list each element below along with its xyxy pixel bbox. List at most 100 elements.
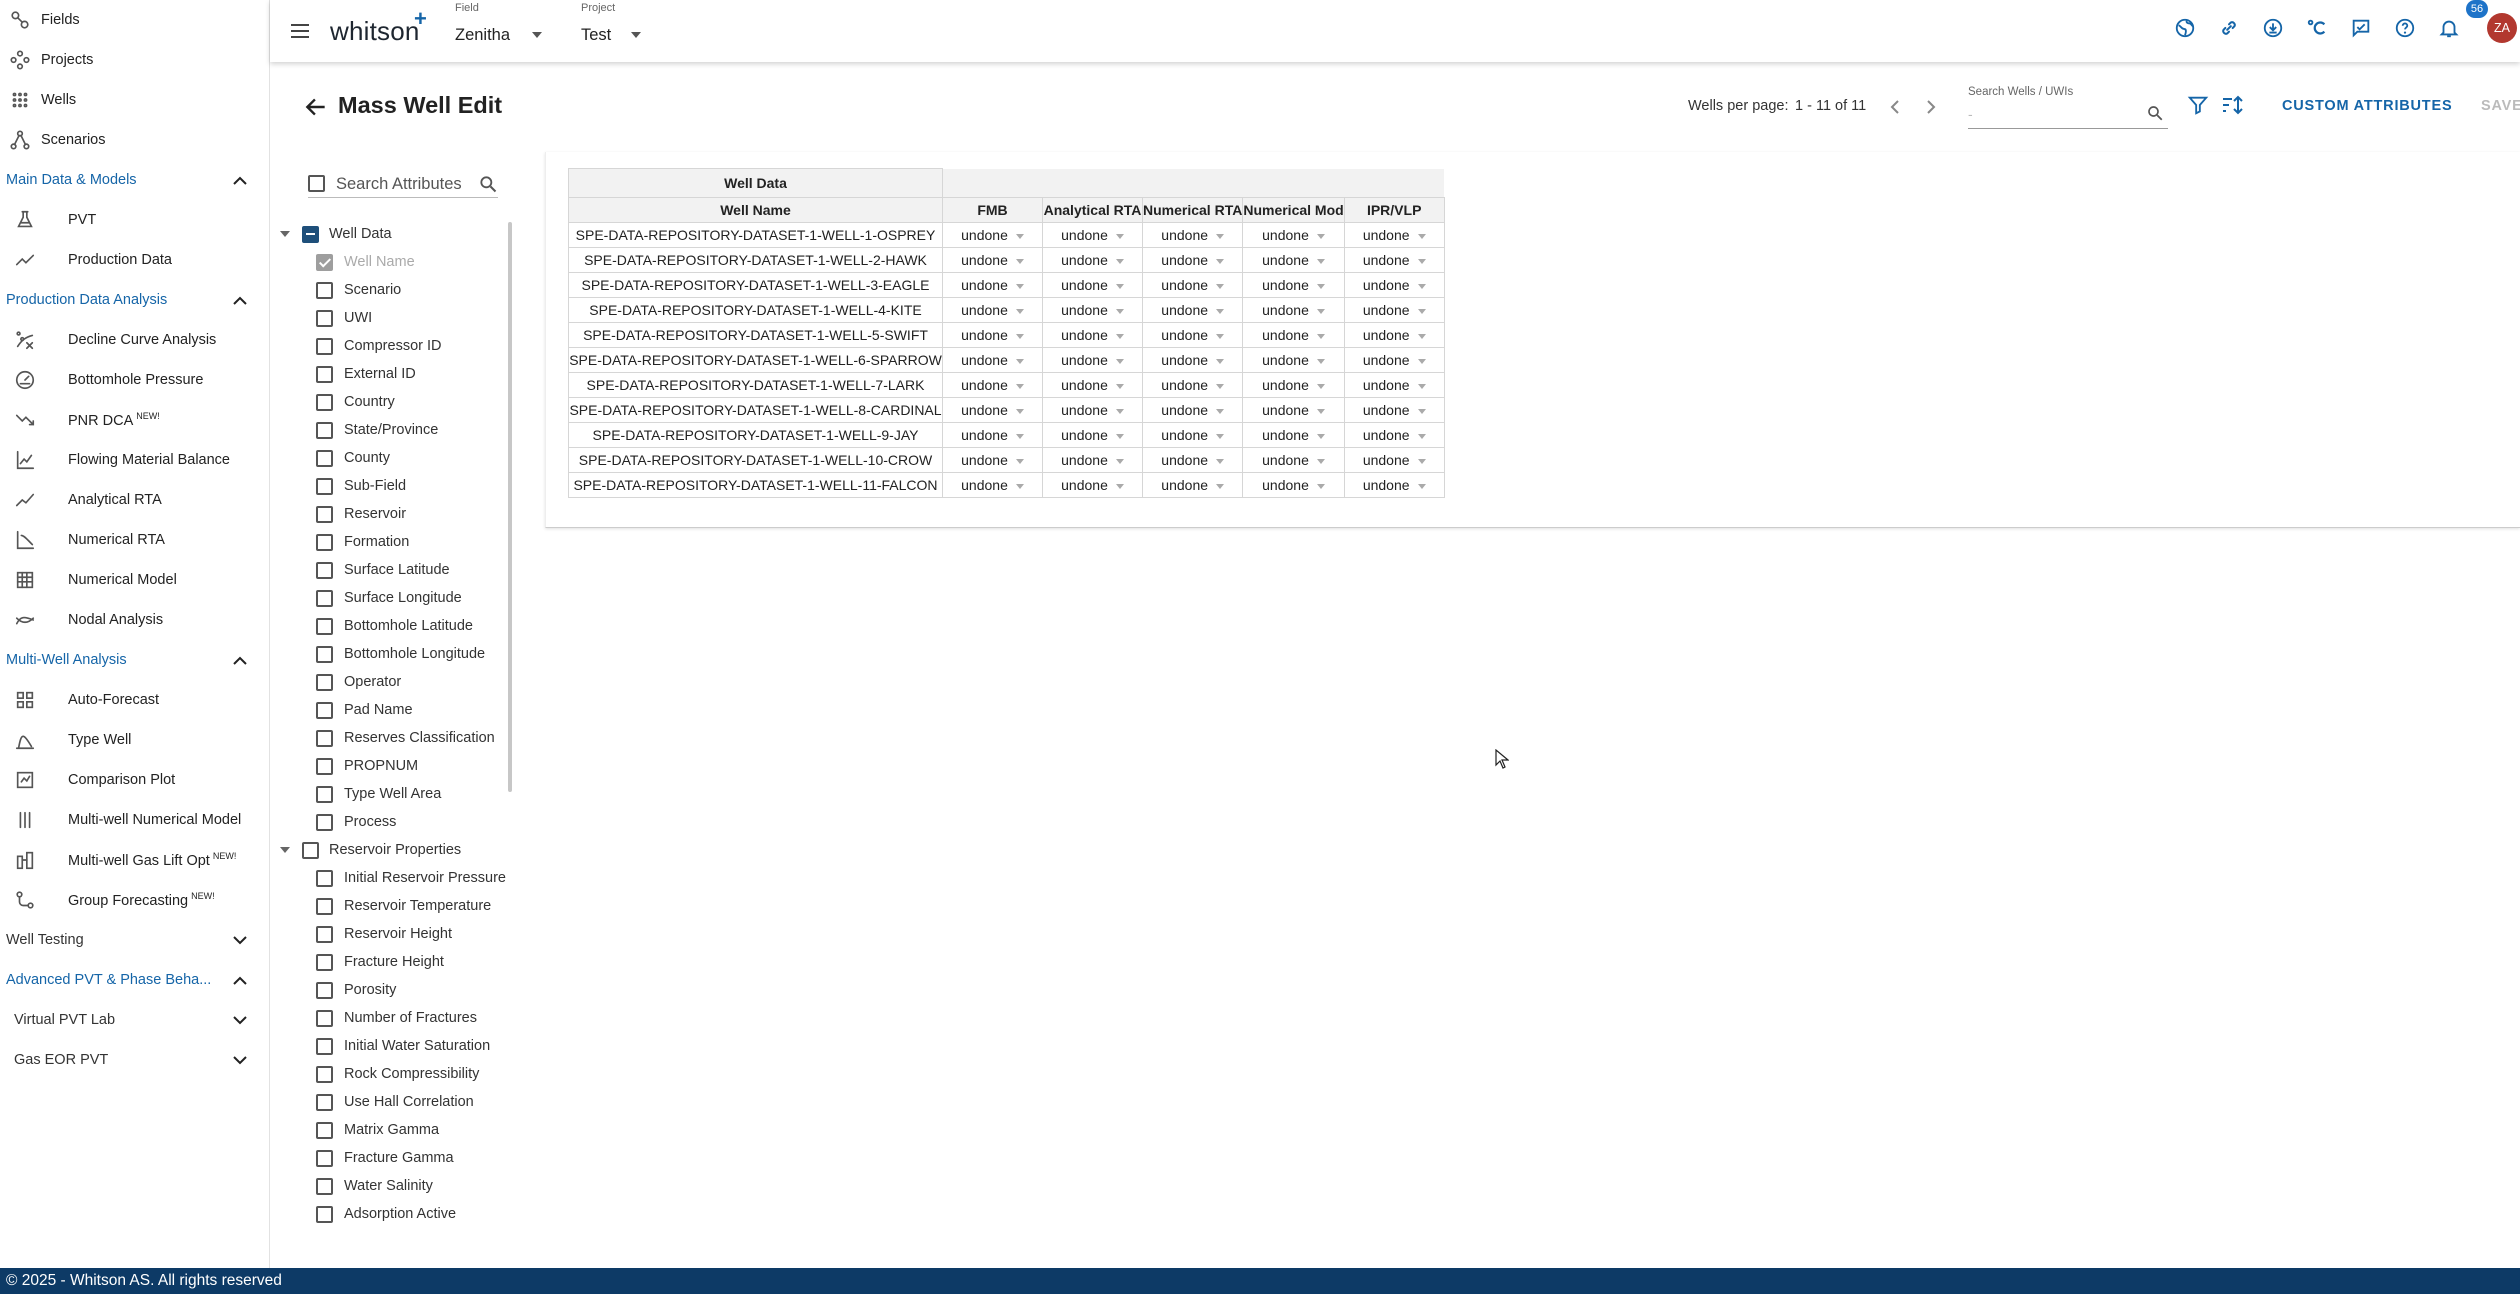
attribute-item-operator[interactable]: Operator	[276, 668, 506, 696]
attribute-checkbox[interactable]	[316, 1093, 333, 1111]
attribute-item-fracture-height[interactable]: Fracture Height	[276, 948, 506, 976]
temperature-unit-icon[interactable]	[2305, 16, 2329, 40]
attribute-item-use-hall-correlation[interactable]: Use Hall Correlation	[276, 1088, 506, 1116]
attribute-checkbox[interactable]	[316, 533, 333, 551]
brand-logo[interactable]: whitson	[330, 16, 420, 47]
attribute-checkbox[interactable]	[316, 645, 333, 663]
status-select[interactable]: undone	[1141, 322, 1244, 348]
attribute-checkbox[interactable]	[316, 505, 333, 523]
status-select[interactable]: undone	[1343, 297, 1445, 323]
attribute-checkbox[interactable]	[316, 701, 333, 719]
attribute-item-porosity[interactable]: Porosity	[276, 976, 506, 1004]
status-select[interactable]: undone	[1141, 472, 1244, 498]
nav-item-nodal-analysis[interactable]: Nodal Analysis	[0, 600, 269, 640]
attribute-item-propnum[interactable]: PROPNUM	[276, 752, 506, 780]
attribute-checkbox[interactable]	[316, 1205, 333, 1223]
attribute-item-reserves-classification[interactable]: Reserves Classification	[276, 724, 506, 752]
status-select[interactable]: undone	[1042, 347, 1143, 373]
chevron-left-icon[interactable]	[1887, 97, 1903, 117]
attribute-scrollbar[interactable]	[508, 222, 512, 792]
nav-item-analytical-rta[interactable]: Analytical RTA	[0, 480, 269, 520]
group-checkbox[interactable]	[302, 225, 319, 243]
well-name-cell[interactable]: SPE-DATA-REPOSITORY-DATASET-1-WELL-7-LAR…	[568, 372, 943, 398]
attribute-checkbox[interactable]	[316, 981, 333, 999]
column-header-analytical-rta[interactable]: Analytical RTA	[1042, 197, 1143, 223]
nav-item-wells[interactable]: Wells	[0, 80, 269, 120]
custom-attributes-button[interactable]: CUSTOM ATTRIBUTES	[2282, 98, 2452, 114]
attribute-checkbox[interactable]	[316, 337, 333, 355]
attribute-checkbox[interactable]	[316, 1065, 333, 1083]
status-select[interactable]: undone	[942, 347, 1043, 373]
column-header-well-name[interactable]: Well Name	[568, 197, 943, 223]
attribute-item-state-province[interactable]: State/Province	[276, 416, 506, 444]
attribute-checkbox[interactable]	[316, 785, 333, 803]
attribute-item-reservoir[interactable]: Reservoir	[276, 500, 506, 528]
attribute-checkbox[interactable]	[316, 309, 333, 327]
status-select[interactable]: undone	[942, 422, 1043, 448]
attribute-checkbox[interactable]	[316, 729, 333, 747]
chevron-down-icon[interactable]	[233, 1015, 247, 1025]
group-checkbox[interactable]	[302, 841, 319, 859]
attribute-item-formation[interactable]: Formation	[276, 528, 506, 556]
attribute-item-reservoir-height[interactable]: Reservoir Height	[276, 920, 506, 948]
attribute-item-county[interactable]: County	[276, 444, 506, 472]
status-select[interactable]: undone	[1042, 247, 1143, 273]
attribute-item-number-of-fractures[interactable]: Number of Fractures	[276, 1004, 506, 1032]
attribute-checkbox[interactable]	[316, 1149, 333, 1167]
nav-section-virtual-pvt-lab[interactable]: Virtual PVT Lab	[0, 1000, 269, 1040]
feedback-icon[interactable]	[2349, 16, 2373, 40]
nav-item-comparison-plot[interactable]: Comparison Plot	[0, 760, 269, 800]
status-select[interactable]: undone	[942, 447, 1043, 473]
nav-item-pvt[interactable]: PVT	[0, 200, 269, 240]
status-select[interactable]: undone	[1242, 397, 1345, 423]
status-select[interactable]: undone	[1141, 222, 1244, 248]
status-select[interactable]: undone	[1343, 222, 1445, 248]
status-select[interactable]: undone	[1141, 272, 1244, 298]
status-select[interactable]: undone	[1343, 472, 1445, 498]
well-name-cell[interactable]: SPE-DATA-REPOSITORY-DATASET-1-WELL-1-OSP…	[568, 222, 943, 248]
back-arrow-icon[interactable]	[303, 94, 329, 120]
nav-item-multi-well-numerical-model[interactable]: Multi-well Numerical Model	[0, 800, 269, 840]
column-header-numerical-rta[interactable]: Numerical RTA	[1141, 197, 1244, 223]
nav-item-group-forecasting[interactable]: Group Forecasting NEW!	[0, 880, 269, 920]
attribute-checkbox[interactable]	[316, 477, 333, 495]
column-header-numerical-mod[interactable]: Numerical Mod	[1242, 197, 1345, 223]
attribute-checkbox[interactable]	[316, 757, 333, 775]
nav-item-bottomhole-pressure[interactable]: Bottomhole Pressure	[0, 360, 269, 400]
attribute-item-fracture-gamma[interactable]: Fracture Gamma	[276, 1144, 506, 1172]
attribute-checkbox[interactable]	[316, 897, 333, 915]
attribute-checkbox[interactable]	[316, 617, 333, 635]
status-select[interactable]: undone	[1343, 397, 1445, 423]
status-select[interactable]: undone	[1042, 397, 1143, 423]
well-name-cell[interactable]: SPE-DATA-REPOSITORY-DATASET-1-WELL-4-KIT…	[568, 297, 943, 323]
nav-item-numerical-rta[interactable]: Numerical RTA	[0, 520, 269, 560]
attribute-checkbox[interactable]	[316, 813, 333, 831]
chevron-up-icon[interactable]	[233, 176, 247, 185]
attribute-checkbox[interactable]	[316, 925, 333, 943]
attribute-checkbox[interactable]	[316, 365, 333, 383]
status-select[interactable]: undone	[1141, 422, 1244, 448]
status-select[interactable]: undone	[1242, 372, 1345, 398]
status-select[interactable]: undone	[1042, 222, 1143, 248]
save-button[interactable]: SAVE	[2481, 98, 2520, 114]
well-name-cell[interactable]: SPE-DATA-REPOSITORY-DATASET-1-WELL-9-JAY	[568, 422, 943, 448]
attribute-item-scenario[interactable]: Scenario	[276, 276, 506, 304]
status-select[interactable]: undone	[942, 297, 1043, 323]
nav-item-type-well[interactable]: Type Well	[0, 720, 269, 760]
status-select[interactable]: undone	[1042, 472, 1143, 498]
attribute-checkbox[interactable]	[316, 1009, 333, 1027]
attribute-checkbox[interactable]	[316, 421, 333, 439]
menu-icon[interactable]	[288, 19, 312, 43]
project-selector[interactable]: Project Test	[581, 0, 661, 62]
column-header-ipr-vlp[interactable]: IPR/VLP	[1343, 197, 1445, 223]
attribute-checkbox[interactable]	[316, 953, 333, 971]
status-select[interactable]: undone	[1343, 247, 1445, 273]
help-icon[interactable]	[2393, 16, 2417, 40]
nav-item-production-data[interactable]: Production Data	[0, 240, 269, 280]
chevron-up-icon[interactable]	[233, 656, 247, 665]
well-name-cell[interactable]: SPE-DATA-REPOSITORY-DATASET-1-WELL-10-CR…	[568, 447, 943, 473]
nav-item-scenarios[interactable]: Scenarios	[0, 120, 269, 160]
status-select[interactable]: undone	[942, 222, 1043, 248]
attribute-checkbox[interactable]	[316, 1121, 333, 1139]
status-select[interactable]: undone	[942, 247, 1043, 273]
